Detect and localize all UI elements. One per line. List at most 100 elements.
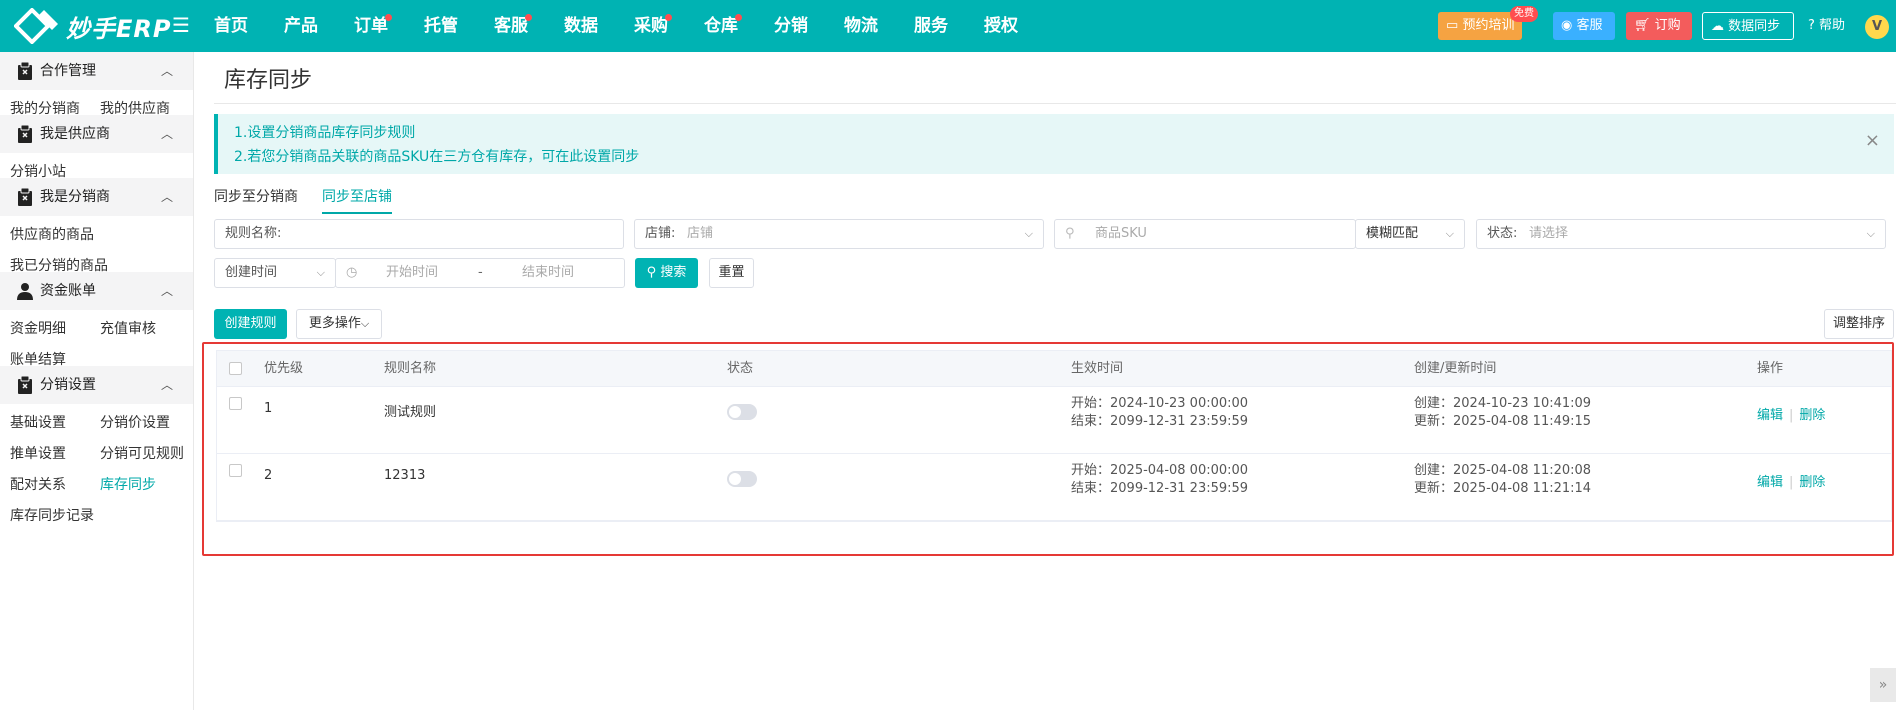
date-range-picker[interactable]: ◷ 开始时间 - 结束时间 [335,258,625,288]
nav-item[interactable]: 客服 [476,0,546,52]
help-button[interactable]: ? 帮助 [1800,12,1856,40]
nav-item-label: 托管 [424,16,458,36]
customer-service-button[interactable]: ◉ 客服 [1553,12,1615,40]
order-button[interactable]: 🛒︎ 订购 [1626,12,1692,40]
cloud-icon: ☁ [1711,19,1724,34]
updated-time: 更新：2025-04-08 11:21:14 [1414,481,1592,496]
chevron-down-icon: ⌵ [360,317,370,330]
sidebar-item[interactable]: 充值审核 [100,310,156,348]
start-time-placeholder: 开始时间 [386,265,439,280]
header-effective-time: 生效时间 [1071,361,1124,376]
service-label: 客服 [1576,18,1603,33]
nav-item[interactable]: 授权 [966,0,1036,52]
time-type-value: 创建时间 [225,265,278,280]
tab-sync-to-distributor[interactable]: 同步至分销商 [214,186,298,214]
sidebar-group[interactable]: 资金账单 ︿ [0,272,193,310]
table-row: 1 测试规则 开始：2024-10-23 00:00:00 结束：2099-12-31… [217,387,1891,454]
sku-placeholder: 商品SKU [1095,226,1147,241]
match-mode-value: 模糊匹配 [1366,226,1419,241]
nav-item-label: 数据 [564,16,598,36]
separator: | [1789,475,1794,490]
nav-item[interactable]: 产品 [266,0,336,52]
delete-link[interactable]: 删除 [1799,408,1825,423]
row-checkbox[interactable] [229,464,242,477]
range-separator: - [478,265,483,280]
shop-label: 店铺: [645,226,676,241]
sidebar-group[interactable]: 我是供应商 ︿ [0,115,193,153]
rules-table: 优先级 规则名称 状态 生效时间 创建/更新时间 操作 1 测试规则 开始：2024… [216,350,1892,522]
sku-input[interactable]: ⚲ 商品SKU [1054,219,1356,249]
training-label: 预约培训 [1462,18,1515,33]
nav-item[interactable]: 托管 [406,0,476,52]
nav-item[interactable]: 分销 [756,0,826,52]
shop-select[interactable]: 店铺: 店铺 ⌵ [634,219,1044,249]
created-time: 创建：2025-04-08 11:20:08 [1414,463,1592,478]
sidebar-group[interactable]: 我是分销商 ︿ [0,178,193,216]
data-sync-button[interactable]: ☁ 数据同步 [1702,12,1794,40]
tab-sync-to-shop[interactable]: 同步至店铺 [322,186,392,214]
more-actions-button[interactable]: 更多操作⌵ [296,309,382,339]
edit-link[interactable]: 编辑 [1757,408,1783,423]
notification-dot [665,14,672,21]
priority-cell: 1 [264,401,273,416]
menu-toggle-icon[interactable]: ☰ [170,14,192,36]
notification-dot [735,14,742,21]
row-actions: 编辑 | 删除 [1757,471,1825,490]
sidebar-group-label: 合作管理 [40,63,96,79]
clipboard-icon [17,375,33,394]
table-header: 优先级 规则名称 状态 生效时间 创建/更新时间 操作 [217,351,1891,387]
rule-name-cell: 12313 [384,468,426,483]
help-icon: ? [1808,18,1815,33]
expand-icon[interactable]: » [1870,668,1896,702]
rule-name-cell: 测试规则 [384,405,437,420]
adjust-sort-button[interactable]: 调整排序 [1824,309,1894,339]
header-created-updated: 创建/更新时间 [1414,361,1497,376]
logo-text: 妙手ERP [66,14,172,43]
order-label: 订购 [1654,18,1681,33]
nav-item[interactable]: 采购 [616,0,686,52]
nav-item[interactable]: 物流 [826,0,896,52]
time-type-select[interactable]: 创建时间 ⌵ [214,258,336,288]
status-toggle[interactable] [727,471,757,487]
edit-link[interactable]: 编辑 [1757,475,1783,490]
header-rule-name: 规则名称 [384,361,437,376]
create-rule-button[interactable]: 创建规则 [214,309,287,339]
avatar[interactable]: V [1865,15,1889,39]
delete-link[interactable]: 删除 [1799,475,1825,490]
logo[interactable]: 妙手ERP [14,8,171,44]
notice-line-1: 1.设置分销商品库存同步规则 [234,125,416,141]
row-checkbox[interactable] [229,397,242,410]
sidebar-group[interactable]: 分销设置 ︿ [0,366,193,404]
status-toggle[interactable] [727,404,757,420]
nav-item[interactable]: 服务 [896,0,966,52]
search-user-icon: ⚲ [1065,226,1075,241]
sidebar-item[interactable]: 库存同步 [100,466,156,504]
more-actions-label: 更多操作 [308,316,361,331]
nav-item-label: 分销 [774,16,808,36]
clipboard-icon [17,124,33,143]
sidebar-item[interactable]: 库存同步记录 [10,497,94,535]
nav-item[interactable]: 订单 [336,0,406,52]
rule-name-field[interactable]: 规则名称: [214,219,624,249]
rule-name-label: 规则名称: [225,226,282,241]
nav-item[interactable]: 数据 [546,0,616,52]
nav-item[interactable]: 首页 [196,0,266,52]
notice-banner: 1.设置分销商品库存同步规则 2.若您分销商品关联的商品SKU在三方仓有库存，可… [214,114,1894,174]
nav-item-label: 客服 [494,16,528,36]
sync-label: 数据同步 [1728,19,1781,34]
sidebar-group[interactable]: 合作管理 ︿ [0,52,193,90]
nav-item[interactable]: 仓库 [686,0,756,52]
close-icon[interactable]: × [1865,130,1880,151]
nav-item-label: 首页 [214,16,248,36]
match-mode-select[interactable]: 模糊匹配 ⌵ [1355,219,1465,249]
notification-dot [385,14,392,21]
select-all-checkbox[interactable] [229,362,242,375]
search-label: 搜索 [660,265,687,280]
effective-start: 开始：2024-10-23 00:00:00 [1071,396,1249,411]
reset-button[interactable]: 重置 [709,258,754,288]
user-icon [17,282,33,300]
search-button[interactable]: ⚲ 搜索 [635,258,698,288]
status-placeholder: 请选择 [1529,226,1569,241]
status-select[interactable]: 状态: 请选择 ⌵ [1476,219,1886,249]
chevron-up-icon: ︿ [160,378,173,392]
